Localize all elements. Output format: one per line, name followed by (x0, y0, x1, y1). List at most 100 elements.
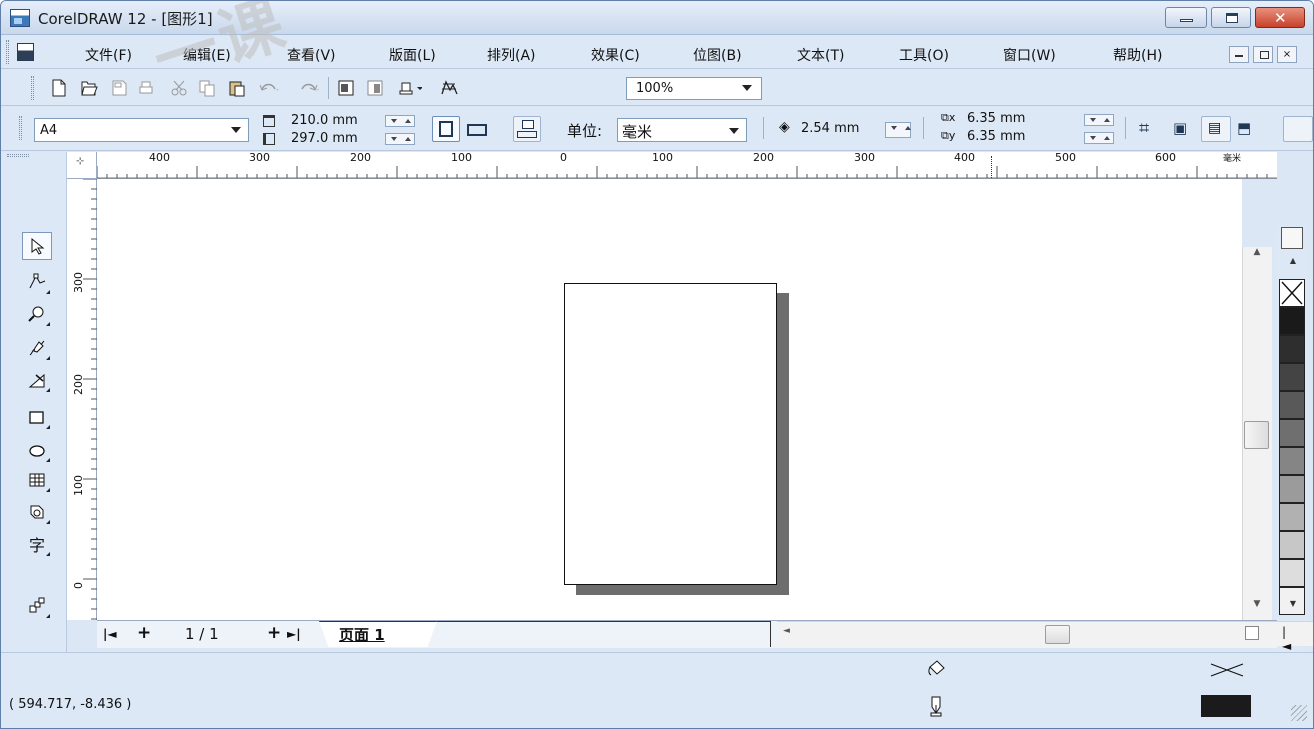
freehand-tool-icon[interactable] (22, 334, 52, 362)
propbar-grip[interactable] (19, 116, 22, 140)
print-icon[interactable] (134, 77, 158, 99)
nudge-spinner[interactable] (885, 122, 911, 138)
toolbox-grip[interactable] (7, 154, 29, 157)
title-bar[interactable]: CorelDRAW 12 - [图形1] ✕ (1, 1, 1313, 35)
menu-file[interactable]: 文件(F) (85, 45, 132, 65)
corel-online-icon[interactable] (437, 77, 461, 99)
page-tab-label[interactable]: 页面 1 (339, 624, 385, 645)
snap-to-guidelines-icon[interactable]: ▣ (1173, 119, 1187, 137)
color-swatch[interactable] (1279, 559, 1305, 587)
vertical-ruler[interactable]: 300 200 100 0 (67, 179, 97, 620)
ruler-origin-icon[interactable]: ⊹ (67, 152, 97, 179)
snap-to-objects-button[interactable]: ▤ (1201, 116, 1231, 142)
zoom-level-select[interactable]: 100% (626, 77, 762, 100)
treat-as-filled-button[interactable] (1283, 116, 1313, 142)
duplicate-x-spinner[interactable] (1084, 114, 1114, 126)
document-minimize-button[interactable] (1229, 46, 1249, 63)
menu-layout[interactable]: 版面(L) (389, 45, 436, 65)
graph-paper-tool-icon[interactable] (22, 466, 52, 494)
dynamic-guides-icon[interactable]: ⬒ (1237, 119, 1251, 137)
shape-tool-icon[interactable] (22, 268, 52, 296)
palette-scroll-up-icon[interactable]: ▲ (1283, 256, 1303, 272)
minimize-button[interactable] (1165, 7, 1207, 28)
palette-scroll-down-icon[interactable]: ▼ (1283, 599, 1303, 615)
menu-tools[interactable]: 工具(O) (899, 45, 949, 65)
unit-select[interactable]: 毫米 (617, 118, 747, 142)
fill-bucket-icon[interactable] (926, 659, 946, 683)
first-page-icon[interactable]: |◄ (103, 627, 117, 641)
copy-icon[interactable] (195, 77, 219, 99)
menu-text[interactable]: 文本(T) (797, 45, 844, 65)
no-color-swatch[interactable] (1279, 279, 1305, 307)
snap-to-grid-icon[interactable]: ⌗ (1139, 118, 1149, 139)
menubar-grip[interactable] (6, 40, 9, 64)
interactive-blend-tool-icon[interactable] (22, 592, 52, 620)
smart-fill-tool-icon[interactable] (22, 366, 52, 394)
duplicate-y-spinner[interactable] (1084, 132, 1114, 144)
toolbar-grip[interactable] (31, 76, 34, 100)
vertical-scroll-thumb[interactable] (1244, 421, 1269, 449)
menu-bitmaps[interactable]: 位图(B) (693, 45, 742, 65)
undo-icon[interactable]: - (257, 77, 281, 99)
menu-effects[interactable]: 效果(C) (591, 45, 640, 65)
scroll-left-icon[interactable]: ◄ (783, 626, 790, 636)
close-button[interactable]: ✕ (1255, 7, 1305, 28)
new-icon[interactable] (47, 77, 71, 99)
horizontal-scroll-thumb[interactable] (1045, 625, 1070, 644)
cut-icon[interactable] (167, 77, 191, 99)
menu-view[interactable]: 查看(V) (287, 45, 336, 65)
menu-arrange[interactable]: 排列(A) (487, 45, 536, 65)
maximize-button[interactable] (1211, 7, 1251, 28)
document-restore-button[interactable] (1253, 46, 1273, 63)
all-pages-button[interactable] (513, 116, 541, 142)
page-height-value[interactable]: 297.0 mm (291, 131, 358, 146)
nudge-value[interactable]: 2.54 mm (801, 121, 859, 136)
duplicate-x-value[interactable]: 6.35 mm (967, 111, 1025, 126)
text-tool-icon[interactable]: 字 (22, 530, 52, 558)
color-swatch[interactable] (1279, 363, 1305, 391)
landscape-button[interactable] (463, 116, 491, 142)
paste-icon[interactable] (225, 77, 249, 99)
horizontal-scrollbar[interactable]: ◄ ► (777, 621, 1313, 646)
page-width-value[interactable]: 210.0 mm (291, 113, 358, 128)
menu-edit[interactable]: 编辑(E) (183, 45, 231, 65)
page-height-spinner[interactable] (385, 133, 415, 145)
add-page-before-icon[interactable]: + (137, 623, 151, 643)
color-swatch[interactable] (1279, 335, 1305, 363)
document-icon[interactable] (17, 43, 34, 61)
color-swatch[interactable] (1279, 447, 1305, 475)
export-icon[interactable] (363, 77, 387, 99)
add-page-after-icon[interactable]: + (267, 623, 281, 643)
color-swatch[interactable] (1279, 391, 1305, 419)
resize-grip[interactable] (1291, 705, 1307, 721)
pick-tool-icon[interactable] (22, 232, 52, 260)
drawing-page[interactable] (564, 283, 777, 585)
scroll-end-icon[interactable]: |◄ (1282, 625, 1291, 653)
paper-size-select[interactable]: A4 (34, 118, 249, 142)
outline-pen-icon[interactable] (926, 695, 946, 721)
document-close-button[interactable]: × (1277, 46, 1297, 63)
color-swatch[interactable] (1279, 419, 1305, 447)
last-page-icon[interactable]: ►| (287, 627, 301, 641)
color-swatch[interactable] (1279, 475, 1305, 503)
menu-help[interactable]: 帮助(H) (1113, 45, 1162, 65)
basic-shapes-tool-icon[interactable] (22, 498, 52, 526)
duplicate-y-value[interactable]: 6.35 mm (967, 129, 1025, 144)
menu-window[interactable]: 窗口(W) (1003, 45, 1056, 65)
palette-menu-icon[interactable] (1281, 227, 1303, 249)
page-width-spinner[interactable] (385, 115, 415, 127)
portrait-button[interactable] (432, 116, 460, 142)
ellipse-tool-icon[interactable] (22, 436, 52, 464)
zoom-tool-icon[interactable] (22, 300, 52, 328)
application-launcher-icon[interactable] (398, 77, 422, 99)
color-swatch[interactable] (1279, 307, 1305, 335)
horizontal-ruler[interactable]: 400 300 200 100 0 100 200 300 400 500 60… (67, 151, 1277, 179)
rectangle-tool-icon[interactable] (22, 403, 52, 431)
scroll-up-icon[interactable]: ▲ (1242, 247, 1272, 265)
save-icon[interactable] (106, 77, 130, 99)
open-icon[interactable] (77, 77, 101, 99)
import-icon[interactable] (334, 77, 358, 99)
color-swatch[interactable] (1279, 503, 1305, 531)
coreldraw-app-icon[interactable] (10, 9, 30, 27)
color-swatch[interactable] (1279, 531, 1305, 559)
